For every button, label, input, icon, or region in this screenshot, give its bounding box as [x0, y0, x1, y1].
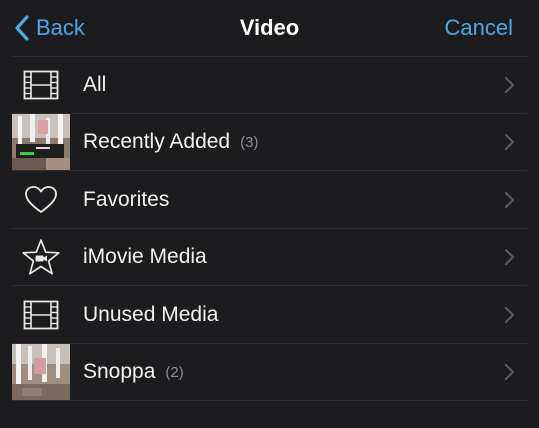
- chevron-right-icon: [504, 364, 515, 381]
- heart-icon: [25, 185, 57, 213]
- list-item-label: Snoppa: [83, 360, 156, 384]
- list-item-label: Favorites: [83, 187, 170, 211]
- star-camera-icon: [22, 239, 60, 275]
- chevron-right-icon: [504, 306, 515, 323]
- list-item-label: iMovie Media: [83, 245, 207, 269]
- back-label: Back: [36, 15, 85, 40]
- navigation-bar: Back Video Cancel: [0, 0, 539, 56]
- item-count-badge: (3): [240, 133, 259, 151]
- chevron-left-icon: [15, 15, 29, 41]
- item-count-badge: (2): [165, 363, 184, 381]
- list-item-unused-media[interactable]: Unused Media: [0, 286, 539, 344]
- chevron-right-icon: [504, 249, 515, 266]
- list-item-label: All: [83, 72, 107, 96]
- list-item-snoppa[interactable]: Snoppa (2): [0, 344, 539, 402]
- video-thumbnail: [12, 114, 70, 171]
- list-item-recently-added[interactable]: Recently Added (3): [0, 114, 539, 172]
- list-item-imovie-media[interactable]: iMovie Media: [0, 229, 539, 287]
- film-strip-icon: [23, 70, 59, 100]
- list-item-label: Recently Added: [83, 130, 231, 154]
- film-strip-icon: [23, 300, 59, 330]
- chevron-right-icon: [504, 134, 515, 151]
- list-item-all[interactable]: All: [0, 56, 539, 114]
- cancel-button[interactable]: Cancel: [445, 13, 513, 43]
- back-button[interactable]: Back: [14, 13, 85, 43]
- list-item-favorites[interactable]: Favorites: [0, 171, 539, 229]
- chevron-right-icon: [504, 191, 515, 208]
- list-item-label: Unused Media: [83, 302, 219, 326]
- video-thumbnail: [12, 344, 70, 401]
- chevron-right-icon: [504, 76, 515, 93]
- album-list: All Recently Added (3) Favorites iMovie …: [0, 56, 539, 401]
